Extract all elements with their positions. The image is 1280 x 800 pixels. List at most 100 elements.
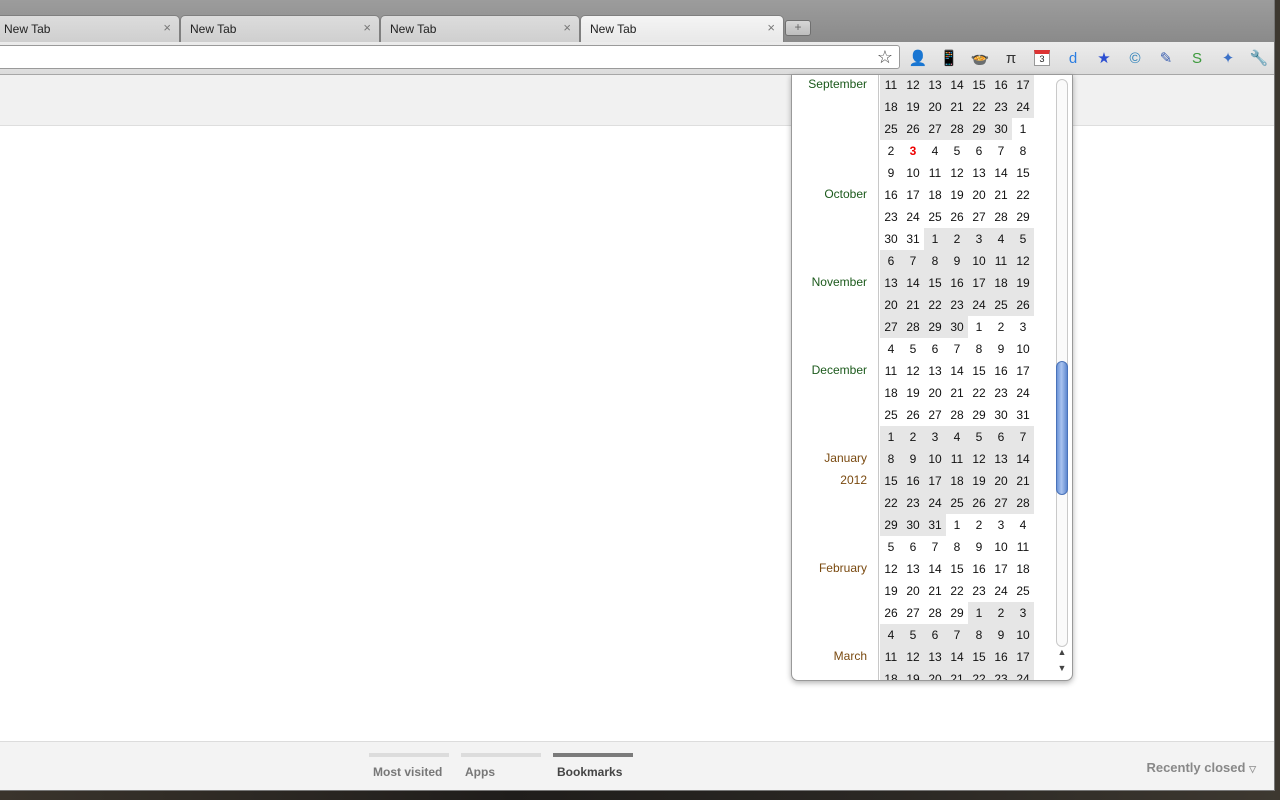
calendar-day[interactable]: 16 bbox=[902, 470, 924, 492]
calendar-day[interactable]: 24 bbox=[902, 206, 924, 228]
calendar-day[interactable]: 23 bbox=[946, 294, 968, 316]
calendar-day[interactable]: 16 bbox=[990, 360, 1012, 382]
calendar-day[interactable]: 28 bbox=[946, 404, 968, 426]
calendar-day[interactable]: 7 bbox=[1012, 426, 1034, 448]
calendar-day[interactable]: 2 bbox=[990, 316, 1012, 338]
calendar-day[interactable]: 11 bbox=[880, 646, 902, 668]
calendar-day[interactable]: 19 bbox=[902, 668, 924, 680]
calendar-day[interactable]: 28 bbox=[946, 118, 968, 140]
close-icon[interactable]: × bbox=[767, 20, 775, 35]
calendar-day[interactable]: 29 bbox=[968, 118, 990, 140]
calendar-day[interactable]: 3 bbox=[1012, 602, 1034, 624]
calendar-day[interactable]: 15 bbox=[946, 558, 968, 580]
calendar-day[interactable]: 1 bbox=[924, 228, 946, 250]
calendar-day[interactable]: 15 bbox=[968, 360, 990, 382]
calendar-day[interactable]: 17 bbox=[902, 184, 924, 206]
calendar-day[interactable]: 13 bbox=[968, 162, 990, 184]
calendar-day[interactable]: 1 bbox=[1012, 118, 1034, 140]
calendar-day[interactable]: 21 bbox=[1012, 470, 1034, 492]
calendar-day[interactable]: 10 bbox=[1012, 624, 1034, 646]
scroll-down-arrow-icon[interactable]: ▼ bbox=[1057, 663, 1067, 673]
calendar-day[interactable]: 29 bbox=[1012, 206, 1034, 228]
calendar-day[interactable]: 23 bbox=[968, 580, 990, 602]
pi-icon[interactable]: π bbox=[1000, 47, 1022, 69]
calendar-day[interactable]: 16 bbox=[990, 75, 1012, 96]
ntp-tab-most-visited[interactable]: Most visited bbox=[369, 753, 449, 779]
calendar-day[interactable]: 8 bbox=[968, 338, 990, 360]
calendar-day[interactable]: 20 bbox=[902, 580, 924, 602]
calendar-day[interactable]: 4 bbox=[946, 426, 968, 448]
calendar-day[interactable]: 26 bbox=[968, 492, 990, 514]
calendar-day[interactable]: 31 bbox=[924, 514, 946, 536]
calendar-day[interactable]: 14 bbox=[990, 162, 1012, 184]
calendar-day[interactable]: 23 bbox=[902, 492, 924, 514]
calendar-day[interactable]: 9 bbox=[902, 448, 924, 470]
calendar-day[interactable]: 14 bbox=[924, 558, 946, 580]
calendar-day[interactable]: 17 bbox=[990, 558, 1012, 580]
calendar-day[interactable]: 29 bbox=[880, 514, 902, 536]
calendar-day[interactable]: 29 bbox=[968, 404, 990, 426]
calendar-day[interactable]: 25 bbox=[1012, 580, 1034, 602]
calendar-day[interactable]: 9 bbox=[880, 162, 902, 184]
close-icon[interactable]: × bbox=[563, 20, 571, 35]
browser-tab[interactable]: New Tab × bbox=[180, 15, 380, 42]
calendar-day[interactable]: 25 bbox=[880, 404, 902, 426]
calendar-day[interactable]: 28 bbox=[924, 602, 946, 624]
calendar-day[interactable]: 25 bbox=[924, 206, 946, 228]
calendar-day[interactable]: 1 bbox=[880, 426, 902, 448]
calendar-day[interactable]: 17 bbox=[1012, 360, 1034, 382]
calendar-day[interactable]: 19 bbox=[902, 382, 924, 404]
calendar-day[interactable]: 15 bbox=[1012, 162, 1034, 184]
calendar-day[interactable]: 3 bbox=[924, 426, 946, 448]
calendar-day[interactable]: 18 bbox=[990, 272, 1012, 294]
calendar-day[interactable]: 6 bbox=[880, 250, 902, 272]
person-icon[interactable]: 👤 bbox=[907, 47, 929, 69]
calendar-day[interactable]: 10 bbox=[902, 162, 924, 184]
calendar-day[interactable]: 5 bbox=[902, 338, 924, 360]
calendar-day[interactable]: 1 bbox=[968, 316, 990, 338]
calendar-day[interactable]: 13 bbox=[990, 448, 1012, 470]
calendar-day[interactable]: 1 bbox=[946, 514, 968, 536]
star-icon[interactable]: ★ bbox=[1093, 47, 1115, 69]
calendar-day[interactable]: 22 bbox=[1012, 184, 1034, 206]
calendar-day[interactable]: 28 bbox=[1012, 492, 1034, 514]
calendar-day[interactable]: 31 bbox=[1012, 404, 1034, 426]
close-icon[interactable]: × bbox=[363, 20, 371, 35]
calendar-day[interactable]: 16 bbox=[880, 184, 902, 206]
calendar-day[interactable]: 3 bbox=[902, 140, 924, 162]
calendar-day[interactable]: 26 bbox=[946, 206, 968, 228]
calendar-day[interactable]: 11 bbox=[990, 250, 1012, 272]
calendar-day[interactable]: 23 bbox=[880, 206, 902, 228]
new-tab-button[interactable]: + bbox=[785, 20, 811, 36]
calendar-day[interactable]: 27 bbox=[880, 316, 902, 338]
calendar-day[interactable]: 6 bbox=[924, 338, 946, 360]
calendar-day[interactable]: 29 bbox=[946, 602, 968, 624]
calendar-day[interactable]: 22 bbox=[924, 294, 946, 316]
calendar-day[interactable]: 30 bbox=[990, 118, 1012, 140]
calendar-day[interactable]: 20 bbox=[990, 470, 1012, 492]
ntp-tab-apps[interactable]: Apps bbox=[461, 753, 541, 779]
calendar-day[interactable]: 12 bbox=[902, 75, 924, 96]
ntp-tab-bookmarks[interactable]: Bookmarks bbox=[553, 753, 633, 779]
calendar-day[interactable]: 26 bbox=[880, 602, 902, 624]
calendar-day[interactable]: 24 bbox=[1012, 382, 1034, 404]
calendar-day[interactable]: 5 bbox=[968, 426, 990, 448]
calendar-day[interactable]: 21 bbox=[946, 382, 968, 404]
calendar-day[interactable]: 25 bbox=[946, 492, 968, 514]
calendar-day[interactable]: 22 bbox=[968, 96, 990, 118]
d-icon[interactable]: d bbox=[1062, 47, 1084, 69]
calendar-day[interactable]: 27 bbox=[902, 602, 924, 624]
calendar-day[interactable]: 4 bbox=[880, 624, 902, 646]
c-icon[interactable]: © bbox=[1124, 47, 1146, 69]
bookmark-star-icon[interactable]: ☆ bbox=[877, 47, 893, 68]
calendar-day[interactable]: 17 bbox=[968, 272, 990, 294]
calendar-day[interactable]: 15 bbox=[924, 272, 946, 294]
calendar-day[interactable]: 31 bbox=[902, 228, 924, 250]
phone-icon[interactable]: 📱 bbox=[938, 47, 960, 69]
calendar-day[interactable]: 29 bbox=[924, 316, 946, 338]
calendar-day[interactable]: 24 bbox=[990, 580, 1012, 602]
calendar-day[interactable]: 20 bbox=[924, 382, 946, 404]
calendar-day[interactable]: 8 bbox=[880, 448, 902, 470]
calendar-day[interactable]: 30 bbox=[990, 404, 1012, 426]
calendar-day[interactable]: 27 bbox=[924, 118, 946, 140]
